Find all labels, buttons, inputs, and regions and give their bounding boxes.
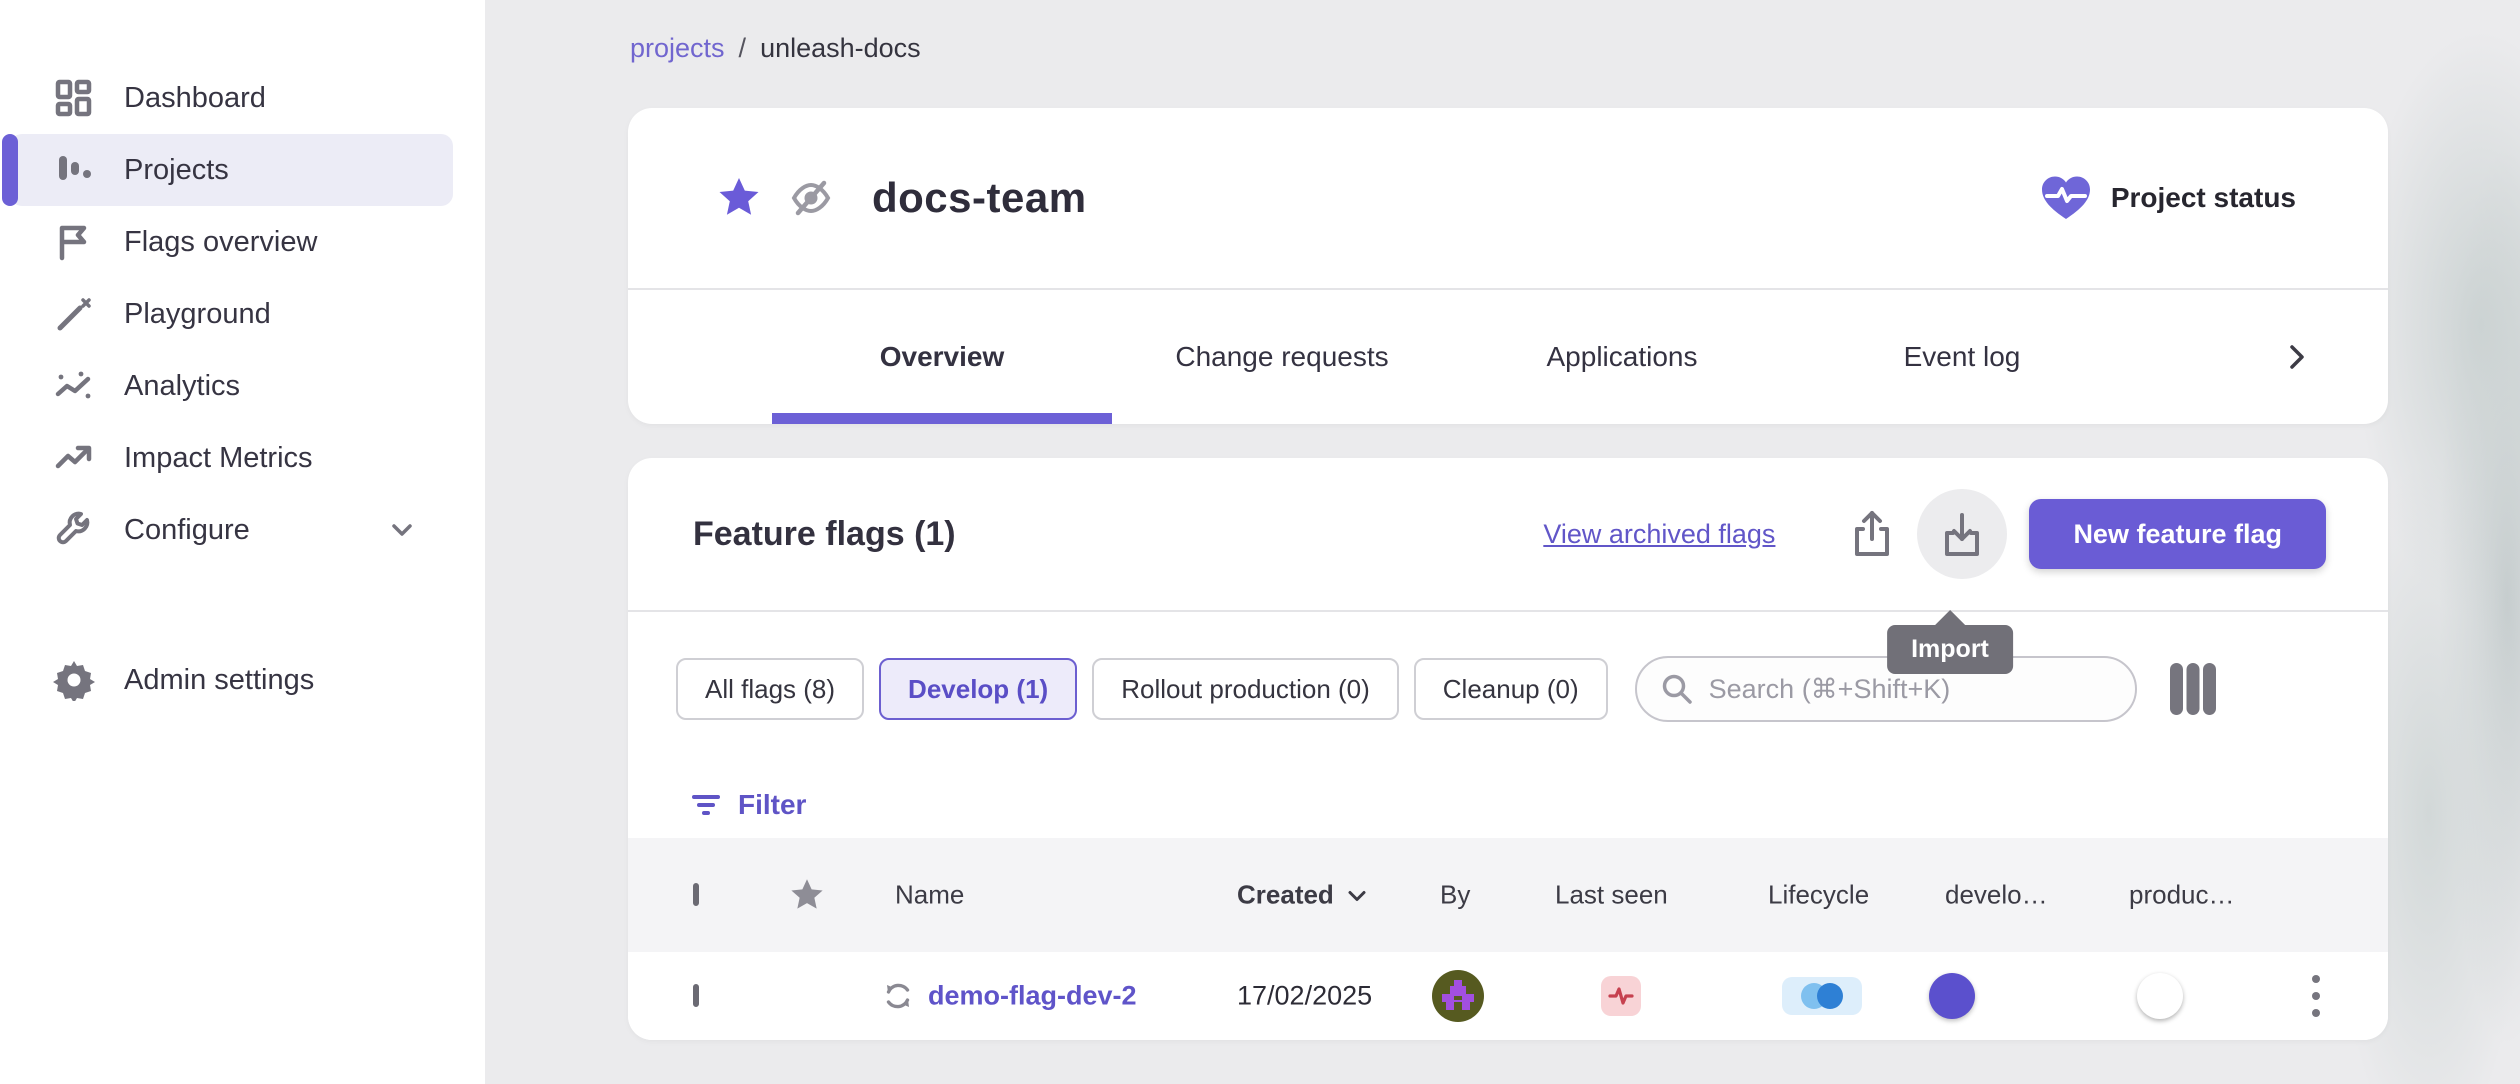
breadcrumb: projects / unleash-docs bbox=[630, 33, 921, 64]
feature-flags-card: Feature flags (1) View archived flags Ne… bbox=[628, 458, 2388, 1040]
tooltip-text: Import bbox=[1887, 625, 2013, 674]
wrench-icon bbox=[52, 508, 96, 552]
column-header-develop[interactable]: develo… bbox=[1945, 880, 2048, 911]
favorite-column-star-icon bbox=[788, 876, 826, 914]
row-actions-kebab-menu[interactable] bbox=[2306, 969, 2326, 1023]
column-header-by[interactable]: By bbox=[1440, 880, 1470, 911]
column-settings-icon[interactable] bbox=[2167, 661, 2219, 717]
filter-label: Filter bbox=[738, 789, 806, 821]
favorite-star-icon[interactable] bbox=[716, 175, 762, 221]
last-seen-badge[interactable] bbox=[1601, 976, 1641, 1016]
sidebar-item-label: Admin settings bbox=[124, 664, 314, 697]
search-box bbox=[1635, 656, 2137, 722]
import-tooltip: Import bbox=[1887, 610, 2013, 674]
column-header-created[interactable]: Created bbox=[1237, 880, 1370, 911]
chip-develop[interactable]: Develop (1) bbox=[879, 658, 1077, 720]
flag-icon bbox=[52, 220, 96, 264]
tab-event-log[interactable]: Event log bbox=[1792, 290, 2132, 424]
chip-label: Develop (1) bbox=[908, 674, 1048, 705]
view-archived-flags-link[interactable]: View archived flags bbox=[1543, 519, 1775, 550]
row-checkbox[interactable] bbox=[693, 987, 699, 1005]
wand-icon bbox=[52, 292, 96, 336]
flag-table-row: demo-flag-dev-2 17/02/2025 bbox=[628, 952, 2388, 1040]
project-status-label: Project status bbox=[2111, 182, 2296, 214]
dashboard-grid-icon bbox=[52, 76, 96, 120]
filter-lines-icon bbox=[690, 789, 722, 821]
import-button[interactable] bbox=[1917, 489, 2007, 579]
sidebar-item-admin-settings[interactable]: Admin settings bbox=[0, 644, 485, 716]
tab-label: Overview bbox=[880, 341, 1005, 373]
sidebar-item-label: Analytics bbox=[124, 370, 240, 403]
project-tabs: Overview Change requests Applications Ev… bbox=[628, 290, 2388, 424]
tabs-overflow-chevron[interactable] bbox=[2280, 290, 2314, 424]
created-date: 17/02/2025 bbox=[1237, 981, 1372, 1012]
column-header-label: Created bbox=[1237, 880, 1334, 911]
sidebar-item-label: Dashboard bbox=[124, 82, 266, 115]
creator-avatar[interactable] bbox=[1432, 970, 1484, 1022]
tab-change-requests[interactable]: Change requests bbox=[1112, 290, 1452, 424]
tab-applications[interactable]: Applications bbox=[1452, 290, 1792, 424]
project-name-title: docs-team bbox=[872, 174, 1087, 222]
feature-flags-heading: Feature flags (1) bbox=[693, 458, 956, 610]
flags-header-divider bbox=[628, 610, 2388, 612]
prelive-stage-icon bbox=[1801, 983, 1843, 1009]
sidebar-item-label: Flags overview bbox=[124, 226, 317, 259]
tooltip-arrow bbox=[1934, 610, 1966, 626]
gear-icon bbox=[52, 658, 96, 702]
chip-cleanup[interactable]: Cleanup (0) bbox=[1414, 658, 1608, 720]
select-all-checkbox[interactable] bbox=[693, 886, 699, 904]
sidebar-item-label: Playground bbox=[124, 298, 271, 331]
filter-button[interactable]: Filter bbox=[690, 780, 806, 830]
breadcrumb-separator: / bbox=[739, 33, 747, 64]
eye-off-icon[interactable] bbox=[788, 175, 834, 221]
sidebar-item-configure[interactable]: Configure bbox=[0, 494, 485, 566]
column-header-name[interactable]: Name bbox=[895, 880, 964, 911]
heartbeat-pulse-icon bbox=[1607, 982, 1635, 1010]
lifecycle-sync-icon bbox=[880, 978, 916, 1014]
column-header-lifecycle[interactable]: Lifecycle bbox=[1768, 880, 1869, 911]
analytics-sparkline-icon bbox=[52, 364, 96, 408]
tab-label: Applications bbox=[1547, 341, 1698, 373]
sidebar-item-dashboard[interactable]: Dashboard bbox=[0, 62, 485, 134]
trending-up-icon bbox=[52, 436, 96, 480]
selected-item-accent-bar bbox=[2, 134, 18, 206]
chip-rollout-production[interactable]: Rollout production (0) bbox=[1092, 658, 1399, 720]
sidebar-item-label: Impact Metrics bbox=[124, 442, 313, 475]
sidebar-item-playground[interactable]: Playground bbox=[0, 278, 485, 350]
heart-pulse-icon bbox=[2039, 173, 2093, 223]
new-feature-flag-button[interactable]: New feature flag bbox=[2029, 499, 2326, 569]
sidebar-item-label: Projects bbox=[124, 154, 229, 187]
search-icon bbox=[1659, 671, 1695, 707]
sidebar-item-flags-overview[interactable]: Flags overview bbox=[0, 206, 485, 278]
search-input[interactable] bbox=[1709, 674, 2113, 705]
export-button[interactable] bbox=[1827, 489, 1917, 579]
lifecycle-stage-badge[interactable] bbox=[1782, 977, 1862, 1015]
tab-label: Event log bbox=[1904, 341, 2021, 373]
tab-label: Change requests bbox=[1175, 341, 1388, 373]
breadcrumb-projects-link[interactable]: projects bbox=[630, 33, 725, 64]
chevron-down-icon bbox=[387, 515, 417, 545]
tab-overview[interactable]: Overview bbox=[772, 290, 1112, 424]
chip-label: Cleanup (0) bbox=[1443, 674, 1579, 705]
sidebar: Dashboard Projects Flags overview Playgr… bbox=[0, 0, 485, 1084]
flag-name-link[interactable]: demo-flag-dev-2 bbox=[928, 981, 1137, 1012]
sidebar-item-analytics[interactable]: Analytics bbox=[0, 350, 485, 422]
breadcrumb-current: unleash-docs bbox=[760, 33, 921, 64]
flags-header-actions: View archived flags New feature flag bbox=[1543, 458, 2326, 610]
bar-chart-icon bbox=[52, 148, 96, 192]
sidebar-item-label: Configure bbox=[124, 514, 250, 547]
column-header-production[interactable]: produc… bbox=[2129, 880, 2235, 911]
chip-label: Rollout production (0) bbox=[1121, 674, 1370, 705]
flag-filter-chips-row: All flags (8) Develop (1) Rollout produc… bbox=[676, 656, 2348, 722]
project-status-button[interactable]: Project status bbox=[2039, 108, 2296, 288]
column-header-last-seen[interactable]: Last seen bbox=[1555, 880, 1668, 911]
sort-chevron-down-icon bbox=[1344, 882, 1370, 908]
sidebar-item-impact-metrics[interactable]: Impact Metrics bbox=[0, 422, 485, 494]
chip-all-flags[interactable]: All flags (8) bbox=[676, 658, 864, 720]
flags-table-header: Name Created By Last seen Lifecycle deve… bbox=[628, 838, 2388, 952]
project-header-card: docs-team Project status Overview Change… bbox=[628, 108, 2388, 424]
chip-label: All flags (8) bbox=[705, 674, 835, 705]
sidebar-item-projects[interactable]: Projects bbox=[0, 134, 485, 206]
